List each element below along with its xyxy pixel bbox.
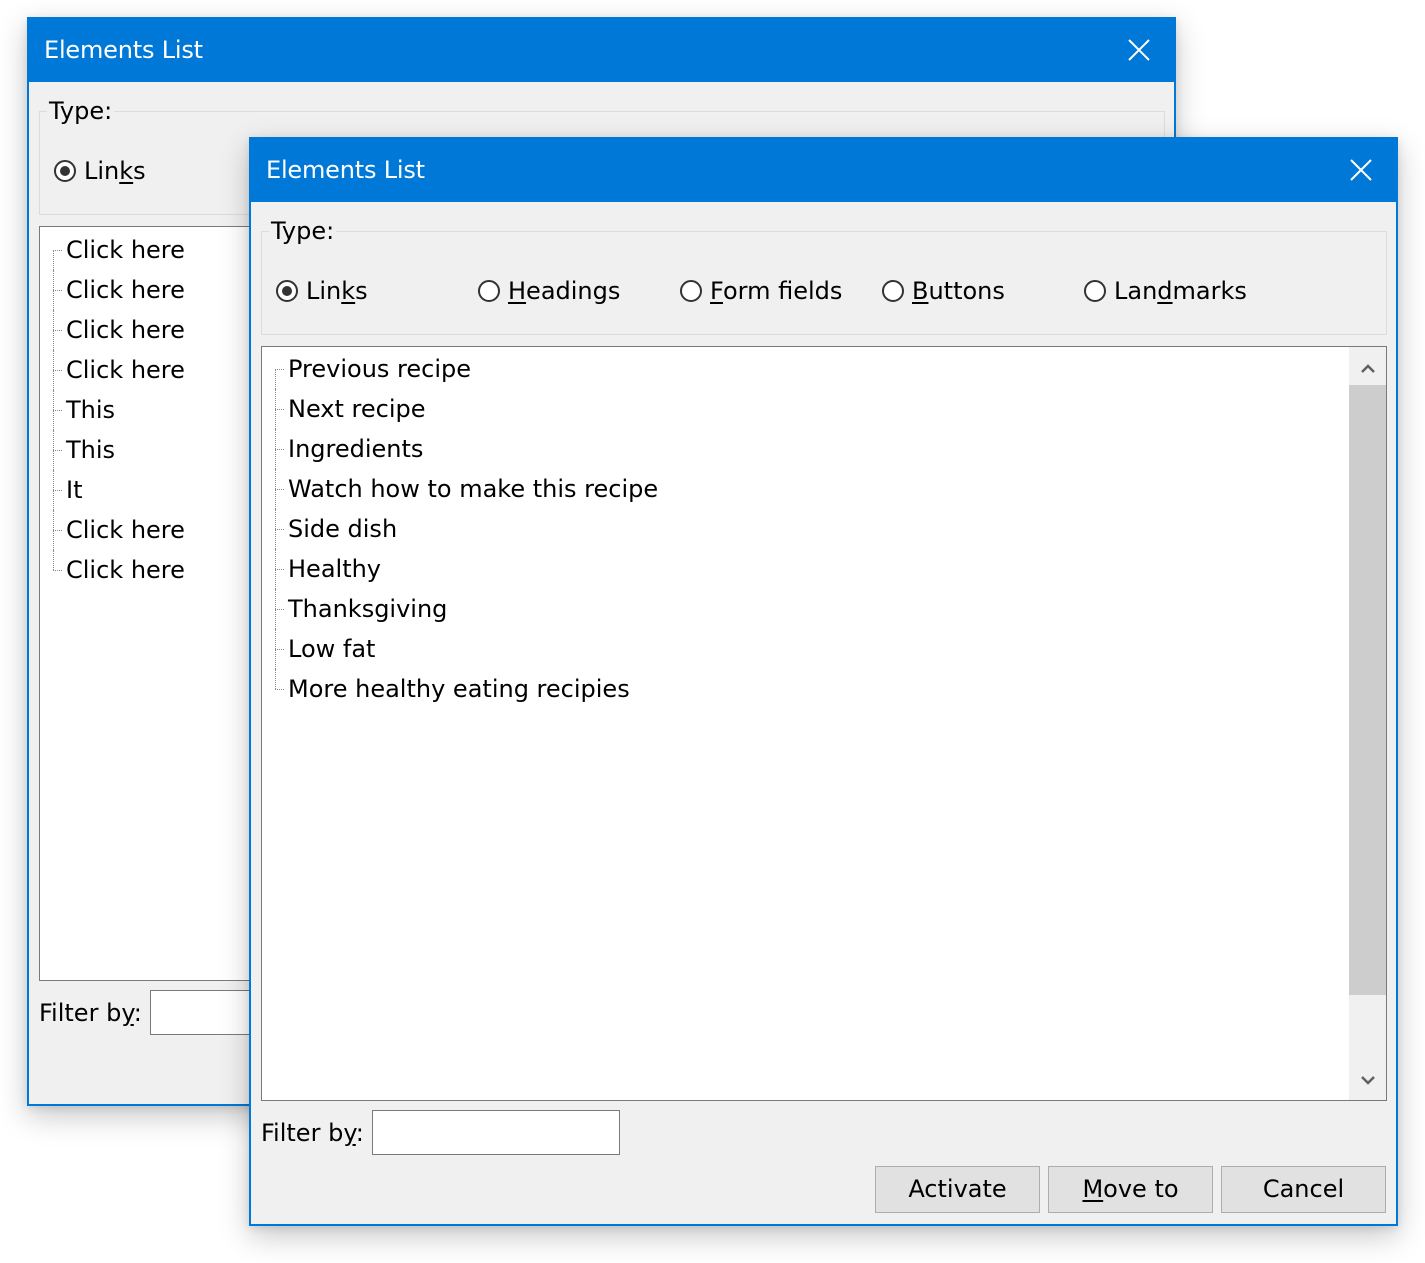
tree-item[interactable]: This xyxy=(53,390,185,430)
radio-unchecked-icon xyxy=(1084,280,1106,302)
tree-item[interactable]: Thanksgiving xyxy=(275,589,658,629)
tree-item[interactable]: Ingredients xyxy=(275,429,658,469)
tree-item[interactable]: Click here xyxy=(53,310,185,350)
tree-item[interactable]: This xyxy=(53,430,185,470)
tree-item[interactable]: Click here xyxy=(53,270,185,310)
radio-unchecked-icon xyxy=(680,280,702,302)
radio-links[interactable]: Links xyxy=(276,277,368,305)
vertical-scrollbar[interactable] xyxy=(1349,347,1386,1100)
tree-item[interactable]: Next recipe xyxy=(275,389,658,429)
radio-buttons[interactable]: Buttons xyxy=(882,277,1005,305)
tree-item[interactable]: Watch how to make this recipe xyxy=(275,469,658,509)
activate-button[interactable]: Activate xyxy=(875,1166,1040,1213)
radio-buttons-label: Buttons xyxy=(912,277,1005,305)
title-bar[interactable]: Elements List xyxy=(251,139,1396,202)
scrollbar-thumb[interactable] xyxy=(1349,385,1386,995)
tree-item[interactable]: Click here xyxy=(53,350,185,390)
back-title-bar[interactable]: Elements List xyxy=(29,19,1174,82)
elements-tree[interactable]: Previous recipe Next recipe Ingredients … xyxy=(261,346,1387,1101)
back-close-button[interactable] xyxy=(1102,19,1174,82)
tree-item[interactable]: Click here xyxy=(53,510,185,550)
back-type-label: Type: xyxy=(47,97,115,125)
tree-item[interactable]: Low fat xyxy=(275,629,658,669)
tree-item[interactable]: Click here xyxy=(53,230,185,270)
elements-list-window: Elements List Type: Links Headings Form … xyxy=(249,137,1398,1226)
radio-landmarks-label: Landmarks xyxy=(1114,277,1247,305)
tree-item[interactable]: Side dish xyxy=(275,509,658,549)
tree-item[interactable]: Click here xyxy=(53,550,185,590)
back-window-title: Elements List xyxy=(44,36,203,64)
radio-checked-icon xyxy=(54,160,76,182)
tree-item[interactable]: It xyxy=(53,470,185,510)
filter-label: Filter by: xyxy=(261,1119,364,1147)
back-radio-links-label: Links xyxy=(84,157,146,185)
close-icon xyxy=(1350,159,1372,181)
radio-unchecked-icon xyxy=(478,280,500,302)
radio-unchecked-icon xyxy=(882,280,904,302)
radio-links-label: Links xyxy=(306,277,368,305)
chevron-up-icon[interactable] xyxy=(1360,363,1376,375)
radio-form-fields-label: Form fields xyxy=(710,277,843,305)
radio-checked-icon xyxy=(276,280,298,302)
close-icon xyxy=(1128,39,1150,61)
tree-items: Previous recipe Next recipe Ingredients … xyxy=(275,349,658,709)
radio-landmarks[interactable]: Landmarks xyxy=(1084,277,1247,305)
radio-headings[interactable]: Headings xyxy=(478,277,620,305)
back-filter-label: Filter by: xyxy=(39,999,142,1027)
chevron-down-icon[interactable] xyxy=(1360,1074,1376,1086)
move-to-button[interactable]: Move to xyxy=(1048,1166,1213,1213)
back-tree-items: Click here Click here Click here Click h… xyxy=(53,230,185,590)
radio-headings-label: Headings xyxy=(508,277,621,305)
close-button[interactable] xyxy=(1324,139,1396,202)
tree-item[interactable]: Healthy xyxy=(275,549,658,589)
window-title: Elements List xyxy=(266,156,425,184)
filter-input[interactable] xyxy=(372,1110,620,1155)
tree-item[interactable]: More healthy eating recipies xyxy=(275,669,658,709)
radio-form-fields[interactable]: Form fields xyxy=(680,277,842,305)
tree-item[interactable]: Previous recipe xyxy=(275,349,658,389)
cancel-button[interactable]: Cancel xyxy=(1221,1166,1386,1213)
type-label: Type: xyxy=(269,217,337,245)
back-radio-links[interactable]: Links xyxy=(54,157,146,185)
